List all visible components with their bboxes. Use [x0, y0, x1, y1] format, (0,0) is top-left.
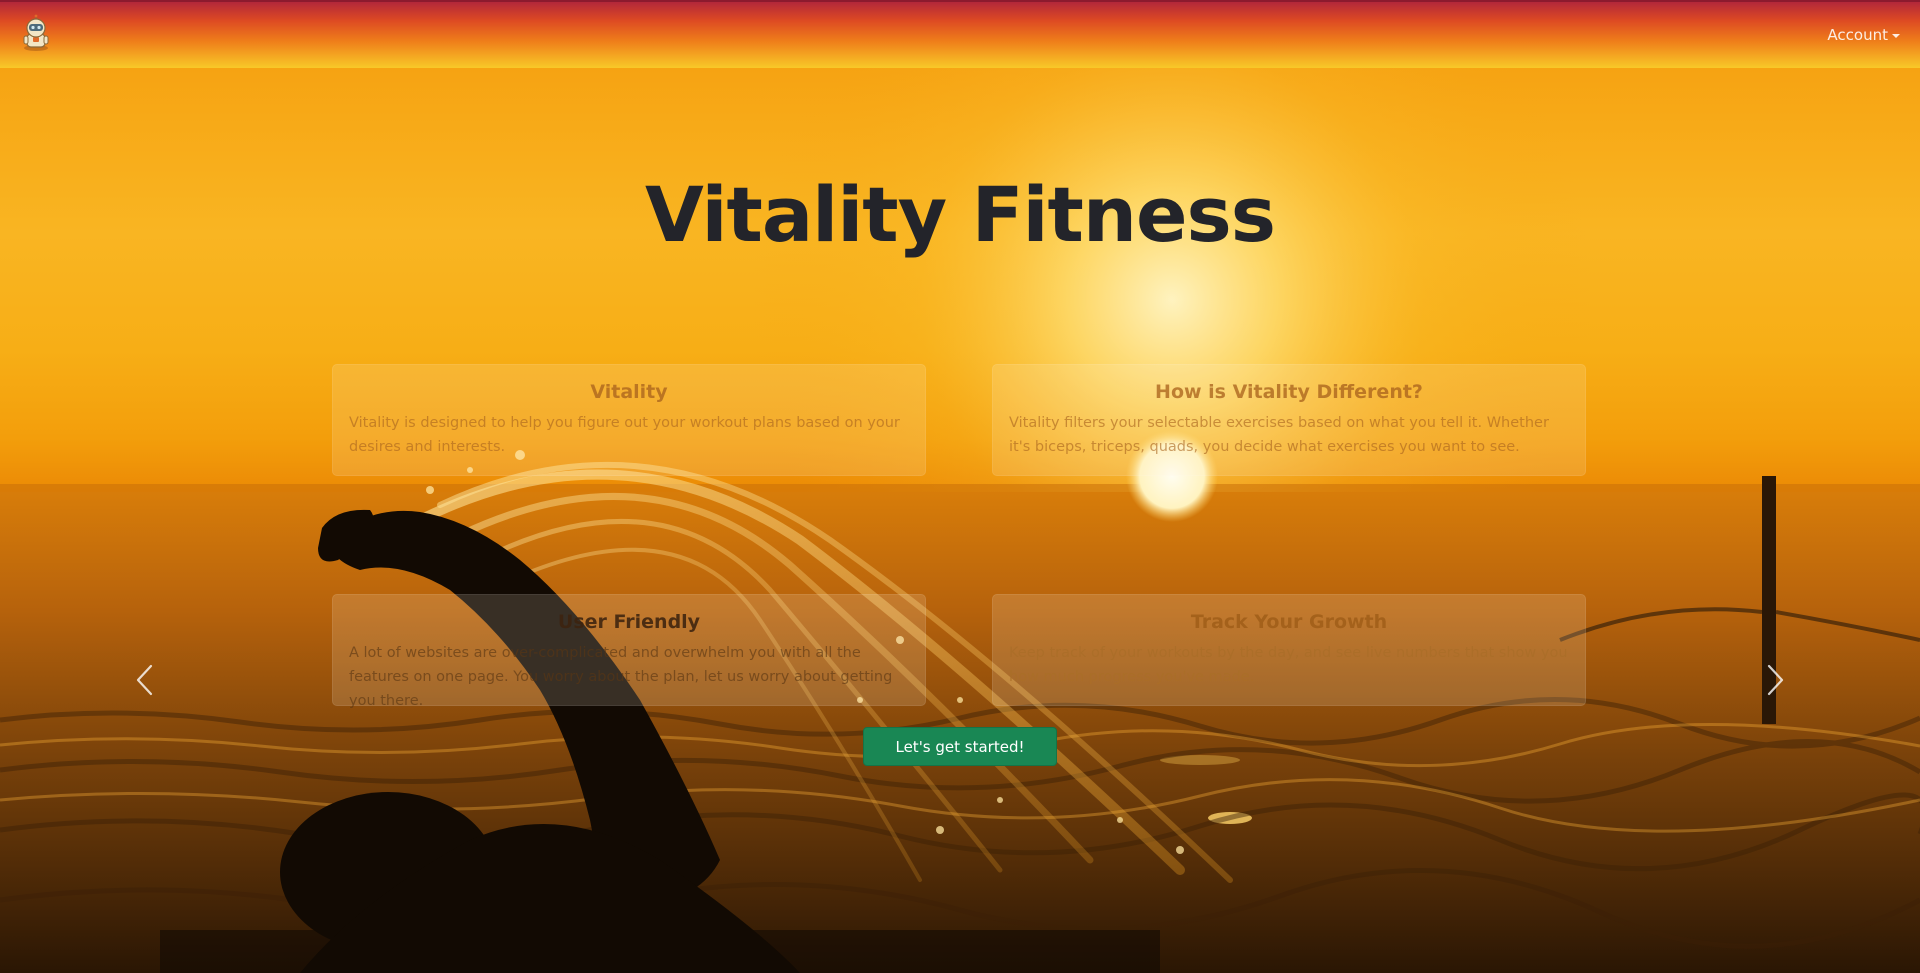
page-title: Vitality Fitness	[645, 170, 1276, 259]
feature-card-track-growth: Track Your Growth Keep track of your wor…	[992, 594, 1586, 706]
robot-mascot-icon[interactable]	[16, 14, 56, 54]
feature-card-vitality: Vitality Vitality is designed to help yo…	[332, 364, 926, 476]
chevron-left-icon	[136, 664, 153, 696]
chevron-right-icon	[1767, 664, 1784, 696]
feature-card-title: User Friendly	[557, 611, 701, 633]
hero-background	[0, 0, 1920, 973]
account-dropdown-toggle[interactable]: Account	[1827, 26, 1900, 44]
sunset-swimmer-photo	[0, 0, 1920, 973]
carousel-prev-button[interactable]	[130, 662, 158, 698]
carousel-next-button[interactable]	[1762, 662, 1790, 698]
feature-card-title: How is Vitality Different?	[1155, 381, 1423, 403]
feature-card-title: Vitality	[590, 381, 668, 403]
caret-down-icon	[1892, 34, 1900, 38]
feature-card-text: Vitality is designed to help you figure …	[349, 415, 900, 455]
feature-card-text: Vitality filters your selectable exercis…	[1009, 415, 1549, 455]
feature-card-user-friendly: User Friendly A lot of websites are over…	[332, 594, 926, 709]
feature-card-text: A lot of websites are over-complicated a…	[349, 645, 893, 709]
top-navbar: Account	[0, 0, 1920, 68]
account-label: Account	[1827, 26, 1888, 44]
get-started-button[interactable]: Let's get started!	[863, 727, 1057, 766]
feature-card-different: How is Vitality Different? Vitality filt…	[992, 364, 1586, 476]
feature-card-text: Keep track of your workouts by the day, …	[1009, 645, 1568, 685]
feature-card-title: Track Your Growth	[1190, 611, 1388, 633]
